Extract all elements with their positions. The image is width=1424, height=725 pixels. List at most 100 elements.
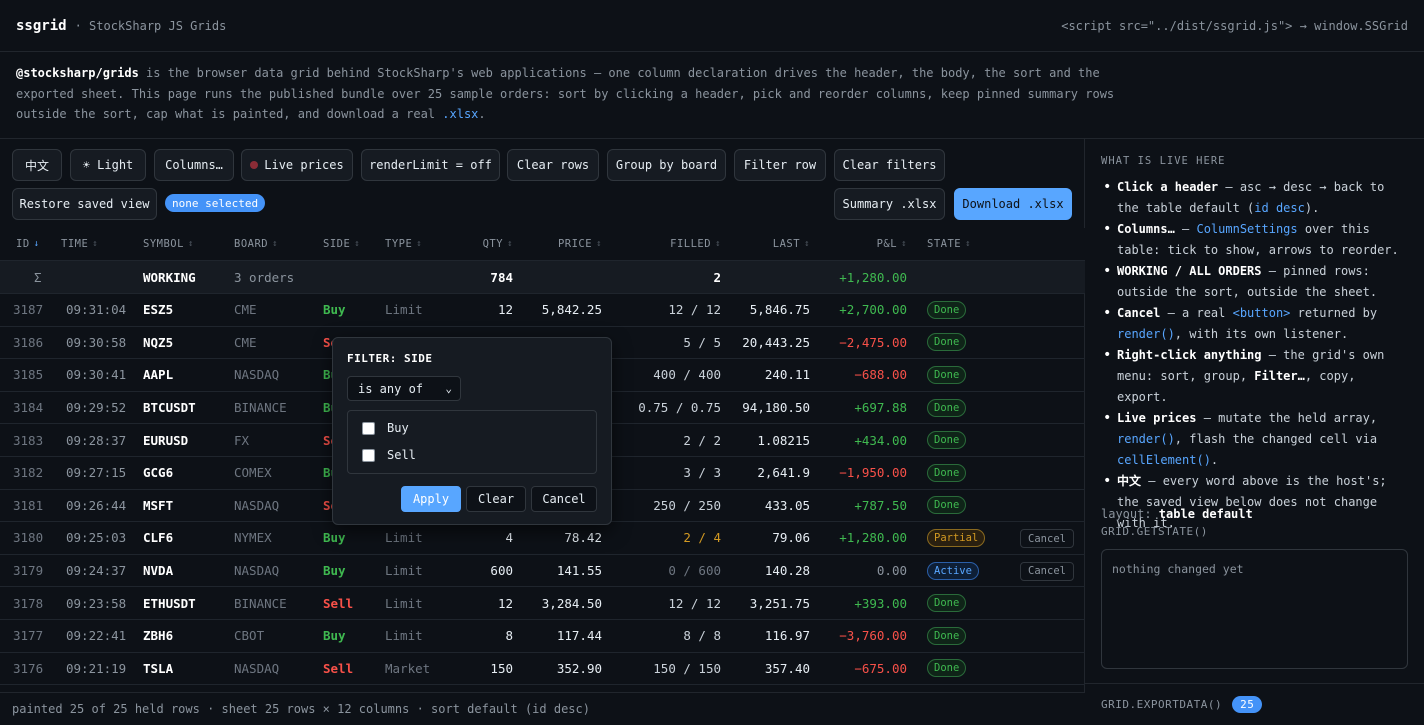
- cancel-order-button[interactable]: Cancel: [1020, 529, 1074, 549]
- feature-list: Click a header — asc → desc → back to th…: [1101, 177, 1411, 534]
- cell-qty: 150: [490, 660, 513, 676]
- column-header-state[interactable]: STATE ↕: [927, 228, 971, 260]
- intro-line-2: exported sheet. This page runs the publi…: [16, 86, 1115, 101]
- cell-qty: 12: [497, 595, 513, 611]
- summary-xlsx-button[interactable]: Summary .xlsx: [834, 188, 945, 220]
- cell-symbol: ESZ5: [143, 302, 174, 318]
- table-row[interactable]: 3178 09:23:58 ETHUSDT BINANCE Sell Limit 12 3,2…: [0, 587, 1085, 620]
- cell-last: 2,641.9: [757, 465, 810, 481]
- cell-state: Done: [927, 457, 967, 489]
- chevron-down-icon: ⌄: [445, 382, 452, 395]
- sort-icon: ↕: [965, 239, 972, 249]
- table-row[interactable]: 3177 09:22:41 ZBH6 CBOT Buy Limit 8 117.44 8 / 8…: [0, 620, 1085, 653]
- cell-state: Done: [927, 620, 967, 652]
- filter-cancel-button[interactable]: Cancel: [531, 486, 597, 512]
- column-header-id[interactable]: ID ↓: [16, 228, 40, 260]
- sort-icon: ↕: [804, 239, 810, 249]
- table-row[interactable]: 3180 09:25:03 CLF6 NYMEX Buy Limit 4 78.42 2 / 4…: [0, 522, 1085, 555]
- column-header-time[interactable]: TIME ↕: [61, 228, 98, 260]
- cell-board: CBOT: [234, 628, 265, 644]
- script-hint: <script src="../dist/ssgrid.js"> → windo…: [1061, 18, 1408, 33]
- clear-rows-button[interactable]: Clear rows: [507, 149, 599, 181]
- cell-symbol: CLF6: [143, 530, 174, 546]
- column-header-filled[interactable]: FILLED ↕: [670, 228, 721, 260]
- cancel-order-button[interactable]: Cancel: [1020, 561, 1074, 581]
- table-row[interactable]: 3176 09:21:19 TSLA NASDAQ Sell Market 150 352.9…: [0, 653, 1085, 686]
- getstate-output[interactable]: nothing changed yet: [1101, 549, 1408, 669]
- cell-state: Done: [927, 294, 967, 326]
- filter-clear-button[interactable]: Clear: [466, 486, 526, 512]
- sort-icon: ↕: [901, 239, 907, 249]
- clear-filters-button[interactable]: Clear filters: [834, 149, 945, 181]
- cell-type: Limit: [385, 628, 423, 644]
- summary-orders: 3 orders: [234, 269, 295, 285]
- checkbox[interactable]: [362, 448, 375, 462]
- language-button[interactable]: 中文: [12, 149, 62, 181]
- render-limit-button[interactable]: renderLimit = off: [361, 149, 500, 181]
- cell-board: NASDAQ: [234, 497, 280, 513]
- package-name: @stocksharp/grids: [16, 66, 139, 80]
- column-header-symbol[interactable]: SYMBOL ↕: [143, 228, 194, 260]
- xlsx-link[interactable]: .xlsx: [442, 107, 478, 121]
- table-row[interactable]: 3187 09:31:04 ESZ5 CME Buy Limit 12 5,842.25 12 …: [0, 294, 1085, 327]
- filter-operator-select[interactable]: is any of ⌄: [347, 376, 461, 401]
- theme-toggle-button[interactable]: ☀ Light: [70, 149, 146, 181]
- table-row[interactable]: 3179 09:24:37 NVDA NASDAQ Buy Limit 600 141.55 0…: [0, 555, 1085, 588]
- column-header-qty[interactable]: QTY ↕: [483, 228, 513, 260]
- filter-apply-button[interactable]: Apply: [401, 486, 461, 512]
- sort-icon: ↕: [92, 239, 99, 249]
- cell-side: Sell: [323, 595, 354, 611]
- column-header-board[interactable]: BOARD ↕: [234, 228, 278, 260]
- status-badge: Done: [927, 365, 967, 384]
- cell-id: 3187: [13, 302, 44, 318]
- column-header-last[interactable]: LAST ↕: [773, 228, 810, 260]
- group-by-board-button[interactable]: Group by board: [607, 149, 726, 181]
- cell-time: 09:27:15: [66, 465, 127, 481]
- filter-option-buy[interactable]: Buy: [362, 421, 409, 435]
- cell-board: BINANCE: [234, 400, 287, 416]
- summary-row-working: Σ WORKING 3 orders 784 2 +1,280.00: [0, 261, 1085, 294]
- restore-saved-view-button[interactable]: Restore saved view: [12, 188, 157, 220]
- status-badge: Active: [927, 561, 979, 580]
- selection-badge: none selected: [165, 194, 266, 212]
- sort-icon: ↕: [507, 239, 513, 249]
- column-header-side[interactable]: SIDE ↕: [323, 228, 360, 260]
- cell-type: Limit: [385, 302, 423, 318]
- cell-type: Limit: [385, 530, 423, 546]
- summary-filled: 2: [713, 269, 721, 285]
- cell-type: Limit: [385, 595, 423, 611]
- column-header-type[interactable]: TYPE ↕: [385, 228, 422, 260]
- cell-last: 79.06: [772, 530, 810, 546]
- cell-state: Done: [927, 424, 967, 456]
- cell-board: CME: [234, 334, 257, 350]
- cell-id: 3177: [13, 628, 44, 644]
- column-header-pnl[interactable]: P&L ↕: [877, 228, 907, 260]
- checkbox[interactable]: [362, 421, 375, 435]
- cell-id: 3176: [13, 660, 44, 676]
- status-badge: Done: [927, 594, 967, 613]
- exportdata-label: GRID.EXPORTDATA(): [1101, 698, 1223, 711]
- live-prices-button[interactable]: Live prices: [241, 149, 353, 181]
- exportdata-count-badge: 25: [1232, 696, 1263, 713]
- feature-item: Columns… — ColumnSettings over this tabl…: [1101, 219, 1411, 261]
- status-badge: Done: [927, 431, 967, 450]
- layout-status: layout: table default: [1101, 507, 1253, 521]
- cell-filled: 5 / 5: [683, 334, 721, 350]
- brand-name: ssgrid: [16, 17, 67, 34]
- sort-icon: ↕: [715, 239, 721, 249]
- column-header-price[interactable]: PRICE ↕: [558, 228, 602, 260]
- filter-row-button[interactable]: Filter row: [734, 149, 826, 181]
- cell-time: 09:23:58: [66, 595, 127, 611]
- columns-button[interactable]: Columns…: [154, 149, 234, 181]
- feature-item: Click a header — asc → desc → back to th…: [1101, 177, 1411, 219]
- cell-time: 09:28:37: [66, 432, 127, 448]
- download-xlsx-button[interactable]: Download .xlsx: [954, 188, 1072, 220]
- cell-qty: 4: [505, 530, 513, 546]
- info-sidebar: WHAT IS LIVE HERE Click a header — asc →…: [1085, 139, 1424, 725]
- cell-symbol: BTCUSDT: [143, 400, 196, 416]
- cell-pnl: 0.00: [876, 563, 907, 579]
- cell-price: 5,842.25: [541, 302, 602, 318]
- filter-option-sell[interactable]: Sell: [362, 448, 416, 462]
- cell-symbol: EURUSD: [143, 432, 189, 448]
- filter-popup-title: FILTER: SIDE: [347, 352, 433, 365]
